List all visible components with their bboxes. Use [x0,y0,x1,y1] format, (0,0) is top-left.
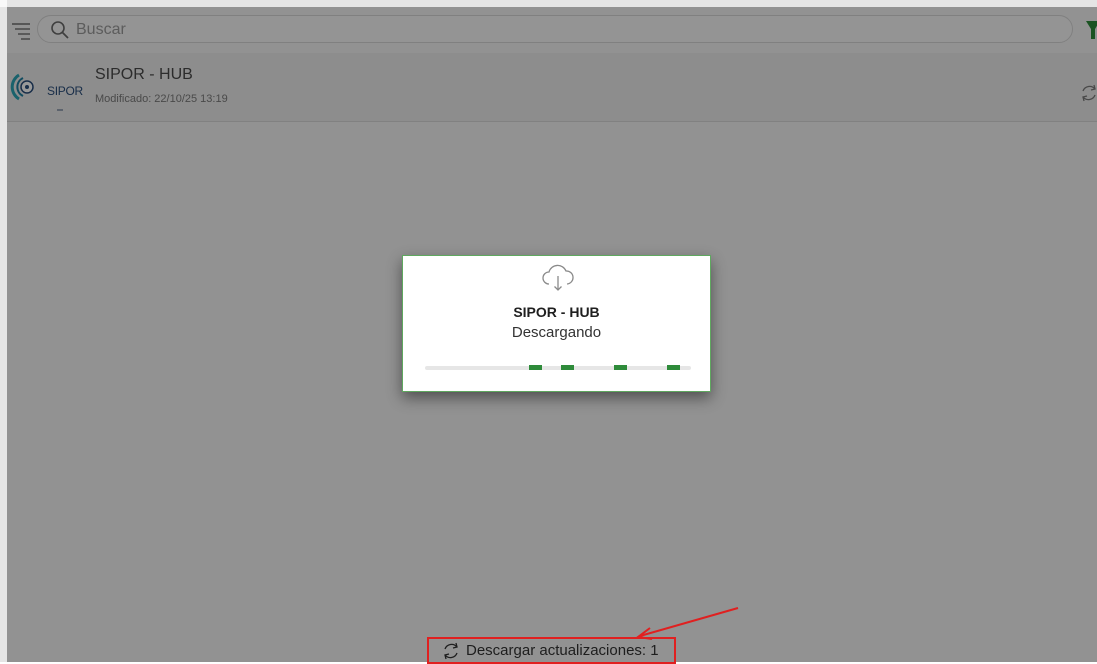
download-updates-button[interactable]: Descargar actualizaciones: 1 [444,642,659,659]
progress-segment [561,365,574,370]
download-updates-label: Descargar actualizaciones: 1 [466,642,659,659]
dialog-status: Descargando [511,324,602,341]
progress-segment [614,365,627,370]
window-left-border [0,0,7,662]
progress-segment [529,365,542,370]
dialog-title: SIPOR - HUB [513,304,600,320]
progress-segment [667,365,680,370]
cloud-download-icon [542,264,574,291]
progress-bar [425,365,691,370]
download-dialog: SIPOR - HUB Descargando [402,255,711,392]
window-top-border [0,0,1097,7]
